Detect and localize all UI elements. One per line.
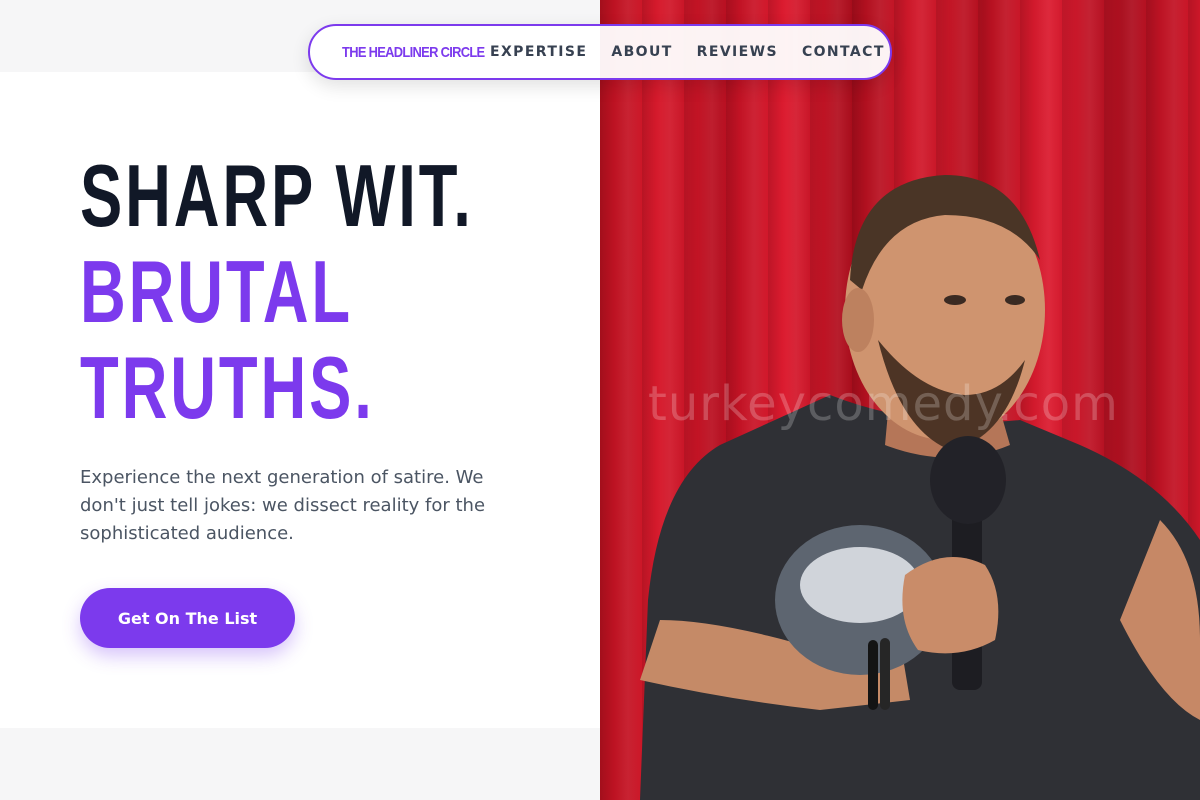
nav-link-reviews[interactable]: REVIEWS bbox=[697, 44, 778, 60]
brand-logo[interactable]: THE HEADLINER CIRCLE bbox=[342, 44, 485, 61]
bottom-band bbox=[0, 728, 600, 800]
headline-line-3: TRUTHS. bbox=[80, 338, 375, 437]
headline-line-2: BRUTAL bbox=[80, 242, 354, 341]
headline-line-1: SHARP WIT. bbox=[80, 146, 474, 245]
top-navigation: THE HEADLINER CIRCLE EXPERTISE ABOUT REV… bbox=[308, 24, 892, 80]
get-on-the-list-button[interactable]: Get On The List bbox=[80, 588, 295, 648]
hero-headline: SHARP WIT. BRUTAL TRUTHS. bbox=[80, 148, 474, 436]
nav-link-expertise[interactable]: EXPERTISE bbox=[490, 44, 587, 60]
hero-subtext: Experience the next generation of satire… bbox=[80, 467, 486, 544]
watermark-text: turkeycomedy.com bbox=[648, 376, 1119, 432]
nav-link-about[interactable]: ABOUT bbox=[611, 44, 672, 60]
nav-link-contact[interactable]: CONTACT bbox=[802, 44, 885, 60]
nav-links: EXPERTISE ABOUT REVIEWS CONTACT bbox=[490, 44, 885, 60]
